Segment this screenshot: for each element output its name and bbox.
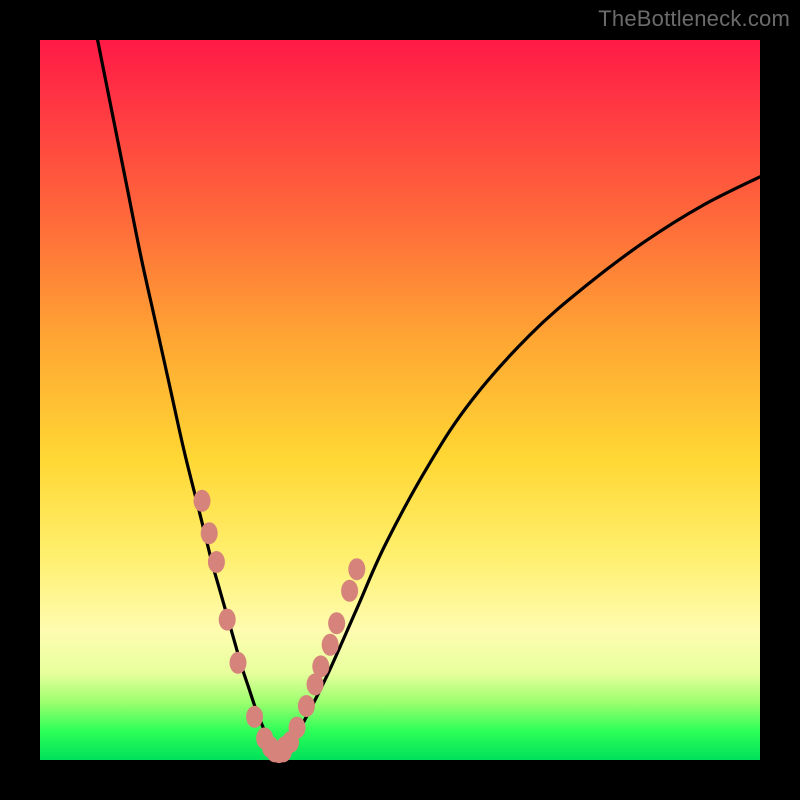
marker-layer [194,490,366,763]
data-marker [341,580,358,602]
plot-area [40,40,760,760]
left-curve [98,40,278,751]
data-marker [246,706,263,728]
data-marker [201,522,218,544]
data-marker [219,609,236,631]
watermark-text: TheBottleneck.com [598,6,790,32]
data-marker [289,717,306,739]
data-marker [328,612,345,634]
data-marker [208,551,225,573]
data-marker [275,740,292,762]
data-marker [322,634,339,656]
data-marker [194,490,211,512]
data-marker [348,558,365,580]
plot-svg [40,40,760,760]
chart-stage: TheBottleneck.com [0,0,800,800]
data-marker [230,652,247,674]
right-curve [278,177,760,752]
data-marker [298,695,315,717]
data-marker [312,655,329,677]
